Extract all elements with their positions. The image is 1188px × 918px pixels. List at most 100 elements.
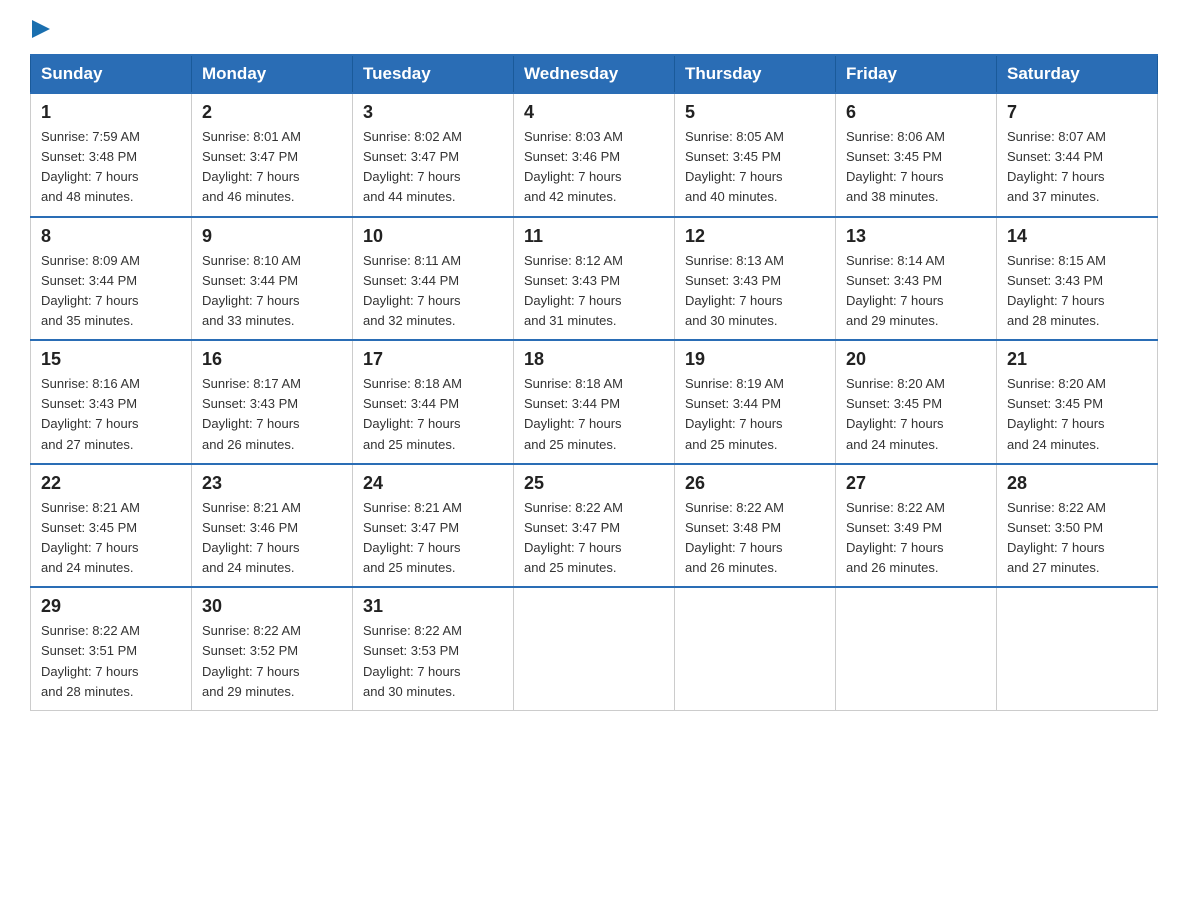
day-number: 5 xyxy=(685,102,825,123)
day-info: Sunrise: 8:21 AMSunset: 3:45 PMDaylight:… xyxy=(41,500,140,575)
day-info: Sunrise: 8:22 AMSunset: 3:50 PMDaylight:… xyxy=(1007,500,1106,575)
calendar-cell: 30 Sunrise: 8:22 AMSunset: 3:52 PMDaylig… xyxy=(192,587,353,710)
day-info: Sunrise: 8:09 AMSunset: 3:44 PMDaylight:… xyxy=(41,253,140,328)
calendar-cell: 18 Sunrise: 8:18 AMSunset: 3:44 PMDaylig… xyxy=(514,340,675,464)
day-number: 9 xyxy=(202,226,342,247)
logo-arrow-icon xyxy=(32,20,50,38)
header-sunday: Sunday xyxy=(31,55,192,93)
day-info: Sunrise: 8:18 AMSunset: 3:44 PMDaylight:… xyxy=(524,376,623,451)
day-number: 1 xyxy=(41,102,181,123)
day-number: 10 xyxy=(363,226,503,247)
calendar-cell: 17 Sunrise: 8:18 AMSunset: 3:44 PMDaylig… xyxy=(353,340,514,464)
week-row-2: 8 Sunrise: 8:09 AMSunset: 3:44 PMDayligh… xyxy=(31,217,1158,341)
week-row-3: 15 Sunrise: 8:16 AMSunset: 3:43 PMDaylig… xyxy=(31,340,1158,464)
calendar-cell: 8 Sunrise: 8:09 AMSunset: 3:44 PMDayligh… xyxy=(31,217,192,341)
calendar-cell xyxy=(514,587,675,710)
day-info: Sunrise: 8:21 AMSunset: 3:46 PMDaylight:… xyxy=(202,500,301,575)
day-info: Sunrise: 8:22 AMSunset: 3:53 PMDaylight:… xyxy=(363,623,462,698)
day-number: 26 xyxy=(685,473,825,494)
header-saturday: Saturday xyxy=(997,55,1158,93)
calendar-cell: 28 Sunrise: 8:22 AMSunset: 3:50 PMDaylig… xyxy=(997,464,1158,588)
day-number: 15 xyxy=(41,349,181,370)
day-number: 21 xyxy=(1007,349,1147,370)
day-info: Sunrise: 8:20 AMSunset: 3:45 PMDaylight:… xyxy=(846,376,945,451)
day-number: 13 xyxy=(846,226,986,247)
calendar-cell: 19 Sunrise: 8:19 AMSunset: 3:44 PMDaylig… xyxy=(675,340,836,464)
day-info: Sunrise: 8:17 AMSunset: 3:43 PMDaylight:… xyxy=(202,376,301,451)
day-number: 2 xyxy=(202,102,342,123)
calendar-table: Sunday Monday Tuesday Wednesday Thursday… xyxy=(30,54,1158,711)
calendar-cell: 15 Sunrise: 8:16 AMSunset: 3:43 PMDaylig… xyxy=(31,340,192,464)
day-info: Sunrise: 8:13 AMSunset: 3:43 PMDaylight:… xyxy=(685,253,784,328)
header-wednesday: Wednesday xyxy=(514,55,675,93)
calendar-cell: 10 Sunrise: 8:11 AMSunset: 3:44 PMDaylig… xyxy=(353,217,514,341)
calendar-cell: 2 Sunrise: 8:01 AMSunset: 3:47 PMDayligh… xyxy=(192,93,353,217)
header-thursday: Thursday xyxy=(675,55,836,93)
day-number: 7 xyxy=(1007,102,1147,123)
day-number: 24 xyxy=(363,473,503,494)
day-info: Sunrise: 8:06 AMSunset: 3:45 PMDaylight:… xyxy=(846,129,945,204)
week-row-5: 29 Sunrise: 8:22 AMSunset: 3:51 PMDaylig… xyxy=(31,587,1158,710)
day-number: 19 xyxy=(685,349,825,370)
day-number: 29 xyxy=(41,596,181,617)
day-info: Sunrise: 8:21 AMSunset: 3:47 PMDaylight:… xyxy=(363,500,462,575)
day-number: 6 xyxy=(846,102,986,123)
calendar-cell: 3 Sunrise: 8:02 AMSunset: 3:47 PMDayligh… xyxy=(353,93,514,217)
day-info: Sunrise: 8:11 AMSunset: 3:44 PMDaylight:… xyxy=(363,253,461,328)
calendar-cell: 31 Sunrise: 8:22 AMSunset: 3:53 PMDaylig… xyxy=(353,587,514,710)
calendar-cell: 7 Sunrise: 8:07 AMSunset: 3:44 PMDayligh… xyxy=(997,93,1158,217)
day-number: 8 xyxy=(41,226,181,247)
week-row-1: 1 Sunrise: 7:59 AMSunset: 3:48 PMDayligh… xyxy=(31,93,1158,217)
header-friday: Friday xyxy=(836,55,997,93)
page-header xyxy=(30,20,1158,38)
day-info: Sunrise: 8:22 AMSunset: 3:47 PMDaylight:… xyxy=(524,500,623,575)
week-row-4: 22 Sunrise: 8:21 AMSunset: 3:45 PMDaylig… xyxy=(31,464,1158,588)
calendar-cell: 4 Sunrise: 8:03 AMSunset: 3:46 PMDayligh… xyxy=(514,93,675,217)
calendar-cell: 26 Sunrise: 8:22 AMSunset: 3:48 PMDaylig… xyxy=(675,464,836,588)
calendar-cell: 13 Sunrise: 8:14 AMSunset: 3:43 PMDaylig… xyxy=(836,217,997,341)
calendar-cell: 21 Sunrise: 8:20 AMSunset: 3:45 PMDaylig… xyxy=(997,340,1158,464)
day-number: 17 xyxy=(363,349,503,370)
day-number: 22 xyxy=(41,473,181,494)
day-number: 4 xyxy=(524,102,664,123)
calendar-cell: 22 Sunrise: 8:21 AMSunset: 3:45 PMDaylig… xyxy=(31,464,192,588)
day-info: Sunrise: 8:12 AMSunset: 3:43 PMDaylight:… xyxy=(524,253,623,328)
logo xyxy=(30,20,50,38)
day-info: Sunrise: 8:16 AMSunset: 3:43 PMDaylight:… xyxy=(41,376,140,451)
day-number: 18 xyxy=(524,349,664,370)
day-info: Sunrise: 8:02 AMSunset: 3:47 PMDaylight:… xyxy=(363,129,462,204)
day-info: Sunrise: 8:22 AMSunset: 3:51 PMDaylight:… xyxy=(41,623,140,698)
day-info: Sunrise: 7:59 AMSunset: 3:48 PMDaylight:… xyxy=(41,129,140,204)
calendar-cell: 6 Sunrise: 8:06 AMSunset: 3:45 PMDayligh… xyxy=(836,93,997,217)
calendar-cell: 9 Sunrise: 8:10 AMSunset: 3:44 PMDayligh… xyxy=(192,217,353,341)
day-info: Sunrise: 8:22 AMSunset: 3:49 PMDaylight:… xyxy=(846,500,945,575)
day-number: 16 xyxy=(202,349,342,370)
calendar-cell: 1 Sunrise: 7:59 AMSunset: 3:48 PMDayligh… xyxy=(31,93,192,217)
day-info: Sunrise: 8:14 AMSunset: 3:43 PMDaylight:… xyxy=(846,253,945,328)
calendar-cell: 27 Sunrise: 8:22 AMSunset: 3:49 PMDaylig… xyxy=(836,464,997,588)
day-number: 30 xyxy=(202,596,342,617)
calendar-cell: 25 Sunrise: 8:22 AMSunset: 3:47 PMDaylig… xyxy=(514,464,675,588)
day-number: 20 xyxy=(846,349,986,370)
day-info: Sunrise: 8:18 AMSunset: 3:44 PMDaylight:… xyxy=(363,376,462,451)
day-info: Sunrise: 8:22 AMSunset: 3:48 PMDaylight:… xyxy=(685,500,784,575)
header-monday: Monday xyxy=(192,55,353,93)
calendar-cell: 29 Sunrise: 8:22 AMSunset: 3:51 PMDaylig… xyxy=(31,587,192,710)
day-number: 25 xyxy=(524,473,664,494)
day-number: 31 xyxy=(363,596,503,617)
day-info: Sunrise: 8:05 AMSunset: 3:45 PMDaylight:… xyxy=(685,129,784,204)
day-info: Sunrise: 8:01 AMSunset: 3:47 PMDaylight:… xyxy=(202,129,301,204)
day-info: Sunrise: 8:15 AMSunset: 3:43 PMDaylight:… xyxy=(1007,253,1106,328)
calendar-cell: 20 Sunrise: 8:20 AMSunset: 3:45 PMDaylig… xyxy=(836,340,997,464)
day-info: Sunrise: 8:19 AMSunset: 3:44 PMDaylight:… xyxy=(685,376,784,451)
calendar-cell: 5 Sunrise: 8:05 AMSunset: 3:45 PMDayligh… xyxy=(675,93,836,217)
calendar-cell: 14 Sunrise: 8:15 AMSunset: 3:43 PMDaylig… xyxy=(997,217,1158,341)
day-number: 12 xyxy=(685,226,825,247)
day-info: Sunrise: 8:10 AMSunset: 3:44 PMDaylight:… xyxy=(202,253,301,328)
calendar-cell: 16 Sunrise: 8:17 AMSunset: 3:43 PMDaylig… xyxy=(192,340,353,464)
calendar-cell xyxy=(836,587,997,710)
day-number: 14 xyxy=(1007,226,1147,247)
day-number: 11 xyxy=(524,226,664,247)
day-info: Sunrise: 8:07 AMSunset: 3:44 PMDaylight:… xyxy=(1007,129,1106,204)
calendar-cell: 11 Sunrise: 8:12 AMSunset: 3:43 PMDaylig… xyxy=(514,217,675,341)
